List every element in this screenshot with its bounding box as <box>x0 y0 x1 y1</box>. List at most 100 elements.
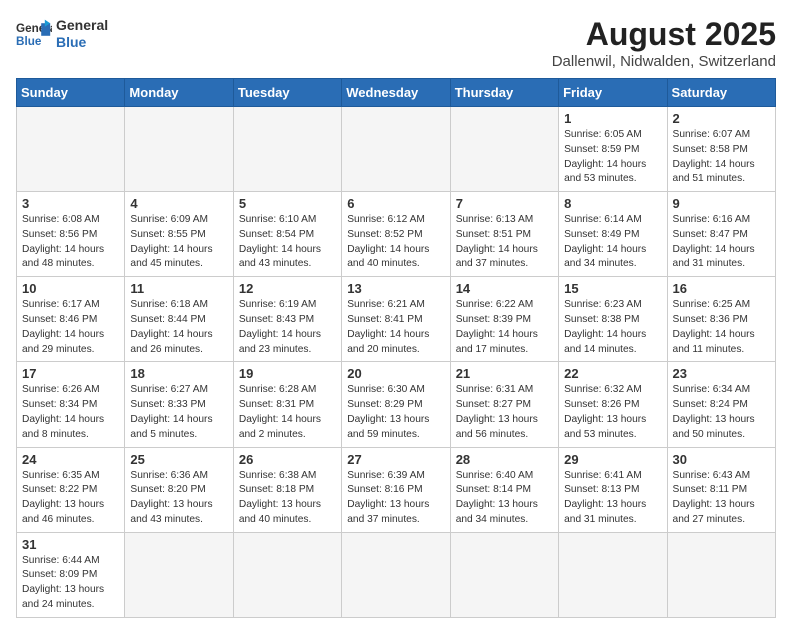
calendar-cell: 24 Sunrise: 6:35 AM Sunset: 8:22 PM Dayli… <box>17 447 125 532</box>
calendar-cell: 23 Sunrise: 6:34 AM Sunset: 8:24 PM Dayli… <box>667 362 775 447</box>
calendar-cell: 31Sunrise: 6:44 AM Sunset: 8:09 PM Dayli… <box>17 532 125 617</box>
title-area: August 2025 Dallenwil, Nidwalden, Switze… <box>552 16 776 70</box>
day-number: 8 <box>564 196 661 211</box>
day-info: Sunrise: 6:21 AM Sunset: 8:41 PM Dayligh… <box>347 298 444 357</box>
day-number: 6 <box>347 196 444 211</box>
calendar-week-row: 1 Sunrise: 6:05 AM Sunset: 8:59 PM Daylig… <box>17 107 776 192</box>
day-number: 1 <box>564 111 661 126</box>
day-number: 28 <box>456 452 553 467</box>
calendar-cell <box>559 532 667 617</box>
calendar-cell: 21 Sunrise: 6:31 AM Sunset: 8:27 PM Dayli… <box>450 362 558 447</box>
day-info: Sunrise: 6:13 AM Sunset: 8:51 PM Dayligh… <box>456 213 553 272</box>
logo: General Blue General Blue <box>16 16 108 52</box>
weekday-header-friday: Friday <box>559 79 667 107</box>
calendar-cell: 22Sunrise: 6:32 AM Sunset: 8:26 PM Dayli… <box>559 362 667 447</box>
day-info: Sunrise: 6:30 AM Sunset: 8:29 PM Dayligh… <box>347 383 444 442</box>
day-number: 13 <box>347 281 444 296</box>
logo-icon: General Blue <box>16 16 52 52</box>
day-info: Sunrise: 6:19 AM Sunset: 8:43 PM Dayligh… <box>239 298 336 357</box>
day-info: Sunrise: 6:18 AM Sunset: 8:44 PM Dayligh… <box>130 298 227 357</box>
day-number: 17 <box>22 366 119 381</box>
logo-text-line2: Blue <box>56 34 108 51</box>
day-info: Sunrise: 6:08 AM Sunset: 8:56 PM Dayligh… <box>22 213 119 272</box>
svg-text:Blue: Blue <box>16 35 42 48</box>
calendar-cell: 3 Sunrise: 6:08 AM Sunset: 8:56 PM Daylig… <box>17 192 125 277</box>
day-info: Sunrise: 6:22 AM Sunset: 8:39 PM Dayligh… <box>456 298 553 357</box>
day-number: 4 <box>130 196 227 211</box>
day-info: Sunrise: 6:34 AM Sunset: 8:24 PM Dayligh… <box>673 383 770 442</box>
day-info: Sunrise: 6:16 AM Sunset: 8:47 PM Dayligh… <box>673 213 770 272</box>
calendar-table: SundayMondayTuesdayWednesdayThursdayFrid… <box>16 78 776 618</box>
weekday-header-thursday: Thursday <box>450 79 558 107</box>
calendar-cell: 12 Sunrise: 6:19 AM Sunset: 8:43 PM Dayli… <box>233 277 341 362</box>
day-info: Sunrise: 6:35 AM Sunset: 8:22 PM Dayligh… <box>22 469 119 528</box>
calendar-week-row: 24 Sunrise: 6:35 AM Sunset: 8:22 PM Dayli… <box>17 447 776 532</box>
calendar-cell: 29Sunrise: 6:41 AM Sunset: 8:13 PM Dayli… <box>559 447 667 532</box>
day-info: Sunrise: 6:32 AM Sunset: 8:26 PM Dayligh… <box>564 383 661 442</box>
day-number: 21 <box>456 366 553 381</box>
day-number: 3 <box>22 196 119 211</box>
calendar-cell: 11 Sunrise: 6:18 AM Sunset: 8:44 PM Dayli… <box>125 277 233 362</box>
day-info: Sunrise: 6:27 AM Sunset: 8:33 PM Dayligh… <box>130 383 227 442</box>
day-number: 11 <box>130 281 227 296</box>
calendar-week-row: 31Sunrise: 6:44 AM Sunset: 8:09 PM Dayli… <box>17 532 776 617</box>
day-number: 26 <box>239 452 336 467</box>
day-info: Sunrise: 6:31 AM Sunset: 8:27 PM Dayligh… <box>456 383 553 442</box>
day-number: 19 <box>239 366 336 381</box>
weekday-header-monday: Monday <box>125 79 233 107</box>
day-info: Sunrise: 6:23 AM Sunset: 8:38 PM Dayligh… <box>564 298 661 357</box>
calendar-cell: 8Sunrise: 6:14 AM Sunset: 8:49 PM Daylig… <box>559 192 667 277</box>
calendar-cell <box>17 107 125 192</box>
day-number: 23 <box>673 366 770 381</box>
day-info: Sunrise: 6:10 AM Sunset: 8:54 PM Dayligh… <box>239 213 336 272</box>
calendar-cell: 1 Sunrise: 6:05 AM Sunset: 8:59 PM Daylig… <box>559 107 667 192</box>
calendar-cell: 17 Sunrise: 6:26 AM Sunset: 8:34 PM Dayli… <box>17 362 125 447</box>
calendar-cell: 26 Sunrise: 6:38 AM Sunset: 8:18 PM Dayli… <box>233 447 341 532</box>
calendar-cell: 9Sunrise: 6:16 AM Sunset: 8:47 PM Daylig… <box>667 192 775 277</box>
day-info: Sunrise: 6:05 AM Sunset: 8:59 PM Dayligh… <box>564 128 661 187</box>
calendar-cell <box>125 107 233 192</box>
day-info: Sunrise: 6:09 AM Sunset: 8:55 PM Dayligh… <box>130 213 227 272</box>
day-info: Sunrise: 6:38 AM Sunset: 8:18 PM Dayligh… <box>239 469 336 528</box>
calendar-cell <box>342 107 450 192</box>
calendar-cell <box>125 532 233 617</box>
calendar-cell: 13 Sunrise: 6:21 AM Sunset: 8:41 PM Dayli… <box>342 277 450 362</box>
calendar-week-row: 17 Sunrise: 6:26 AM Sunset: 8:34 PM Dayli… <box>17 362 776 447</box>
day-info: Sunrise: 6:28 AM Sunset: 8:31 PM Dayligh… <box>239 383 336 442</box>
day-info: Sunrise: 6:25 AM Sunset: 8:36 PM Dayligh… <box>673 298 770 357</box>
weekday-header-saturday: Saturday <box>667 79 775 107</box>
day-number: 14 <box>456 281 553 296</box>
day-number: 10 <box>22 281 119 296</box>
calendar-week-row: 10 Sunrise: 6:17 AM Sunset: 8:46 PM Dayli… <box>17 277 776 362</box>
day-info: Sunrise: 6:44 AM Sunset: 8:09 PM Dayligh… <box>22 554 119 613</box>
weekday-header-wednesday: Wednesday <box>342 79 450 107</box>
calendar-cell: 27 Sunrise: 6:39 AM Sunset: 8:16 PM Dayli… <box>342 447 450 532</box>
calendar-cell <box>667 532 775 617</box>
calendar-cell: 20Sunrise: 6:30 AM Sunset: 8:29 PM Dayli… <box>342 362 450 447</box>
logo-text-line1: General <box>56 17 108 34</box>
day-info: Sunrise: 6:39 AM Sunset: 8:16 PM Dayligh… <box>347 469 444 528</box>
calendar-cell: 15Sunrise: 6:23 AM Sunset: 8:38 PM Dayli… <box>559 277 667 362</box>
calendar-week-row: 3 Sunrise: 6:08 AM Sunset: 8:56 PM Daylig… <box>17 192 776 277</box>
day-number: 25 <box>130 452 227 467</box>
calendar-cell <box>342 532 450 617</box>
day-info: Sunrise: 6:36 AM Sunset: 8:20 PM Dayligh… <box>130 469 227 528</box>
day-info: Sunrise: 6:43 AM Sunset: 8:11 PM Dayligh… <box>673 469 770 528</box>
day-info: Sunrise: 6:17 AM Sunset: 8:46 PM Dayligh… <box>22 298 119 357</box>
day-number: 18 <box>130 366 227 381</box>
calendar-cell: 30Sunrise: 6:43 AM Sunset: 8:11 PM Dayli… <box>667 447 775 532</box>
day-number: 27 <box>347 452 444 467</box>
weekday-header-tuesday: Tuesday <box>233 79 341 107</box>
day-number: 24 <box>22 452 119 467</box>
day-info: Sunrise: 6:26 AM Sunset: 8:34 PM Dayligh… <box>22 383 119 442</box>
calendar-cell <box>233 532 341 617</box>
day-number: 12 <box>239 281 336 296</box>
calendar-cell: 4 Sunrise: 6:09 AM Sunset: 8:55 PM Daylig… <box>125 192 233 277</box>
page-header: General Blue General Blue August 2025 Da… <box>16 16 776 70</box>
calendar-cell: 19 Sunrise: 6:28 AM Sunset: 8:31 PM Dayli… <box>233 362 341 447</box>
day-number: 7 <box>456 196 553 211</box>
calendar-cell: 10 Sunrise: 6:17 AM Sunset: 8:46 PM Dayli… <box>17 277 125 362</box>
day-number: 16 <box>673 281 770 296</box>
calendar-cell: 25 Sunrise: 6:36 AM Sunset: 8:20 PM Dayli… <box>125 447 233 532</box>
calendar-cell: 6Sunrise: 6:12 AM Sunset: 8:52 PM Daylig… <box>342 192 450 277</box>
